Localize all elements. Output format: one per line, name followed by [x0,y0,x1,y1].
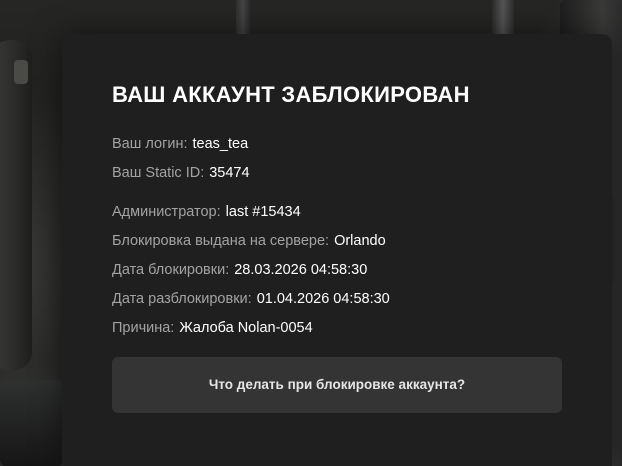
unblock-date-row: Дата разблокировки: 01.04.2026 04:58:30 [112,291,390,307]
server-row: Блокировка выдана на сервере: Orlando [112,233,386,249]
reason-label: Причина: [112,320,175,336]
unblock-date-label: Дата разблокировки: [112,291,252,307]
account-blocked-dialog: ВАШ АККАУНТ ЗАБЛОКИРОВАН Ваш логин: teas_… [62,34,612,466]
static-id-value: 35474 [209,165,250,181]
background-object [0,380,64,466]
block-date-value: 28.03.2026 04:58:30 [234,262,368,278]
administrator-row: Администратор: last #15434 [112,204,301,220]
reason-value: Жалоба Nolan-0054 [179,320,313,336]
login-row: Ваш логин: teas_tea [112,136,248,152]
background-object [0,40,32,370]
background-object [14,60,28,84]
reason-row: Причина: Жалоба Nolan-0054 [112,320,313,336]
background-object [492,0,514,36]
static-id-label: Ваш Static ID: [112,165,205,181]
block-date-row: Дата блокировки: 28.03.2026 04:58:30 [112,262,367,278]
static-id-row: Ваш Static ID: 35474 [112,165,250,181]
server-value: Orlando [334,233,386,249]
dialog-title: ВАШ АККАУНТ ЗАБЛОКИРОВАН [112,82,470,107]
login-value: teas_tea [192,136,249,152]
block-date-label: Дата блокировки: [112,262,230,278]
administrator-value: last #15434 [225,204,301,220]
login-label: Ваш логин: [112,136,188,152]
unblock-date-value: 01.04.2026 04:58:30 [256,291,390,307]
server-label: Блокировка выдана на сервере: [112,233,330,249]
what-to-do-button[interactable]: Что делать при блокировке аккаунта? [112,357,562,413]
background-object [236,0,250,36]
administrator-label: Администратор: [112,204,221,220]
